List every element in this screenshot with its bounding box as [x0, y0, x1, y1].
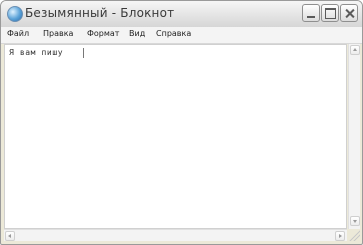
editor-text: Я вам пишу: [9, 48, 64, 57]
menu-file[interactable]: Файл: [7, 29, 29, 38]
scroll-right-button[interactable]: [335, 231, 345, 241]
menu-bar: Файл Правка Формат Вид Справка: [1, 27, 362, 44]
menu-help[interactable]: Справка: [156, 29, 191, 38]
text-editor[interactable]: Я вам пишу: [4, 44, 347, 229]
text-caret: [83, 48, 84, 58]
horizontal-scrollbar[interactable]: [4, 229, 347, 241]
vertical-scrollbar[interactable]: [348, 44, 360, 229]
menu-edit[interactable]: Правка: [43, 29, 73, 38]
menu-view[interactable]: Вид: [129, 29, 145, 38]
notepad-window: Безымянный - Блокнот Файл Правка Формат …: [0, 0, 363, 245]
title-bar[interactable]: Безымянный - Блокнот: [1, 1, 362, 28]
scroll-down-button[interactable]: [350, 216, 360, 226]
scroll-left-button[interactable]: [5, 231, 15, 241]
menu-format[interactable]: Формат: [87, 29, 119, 38]
minimize-button[interactable]: [302, 4, 320, 22]
scroll-up-button[interactable]: [350, 45, 360, 55]
close-button[interactable]: [340, 4, 358, 22]
maximize-button[interactable]: [321, 4, 339, 22]
window-title: Безымянный - Блокнот: [25, 6, 175, 20]
notepad-icon: [7, 6, 23, 22]
resize-grip-icon[interactable]: [348, 229, 360, 241]
